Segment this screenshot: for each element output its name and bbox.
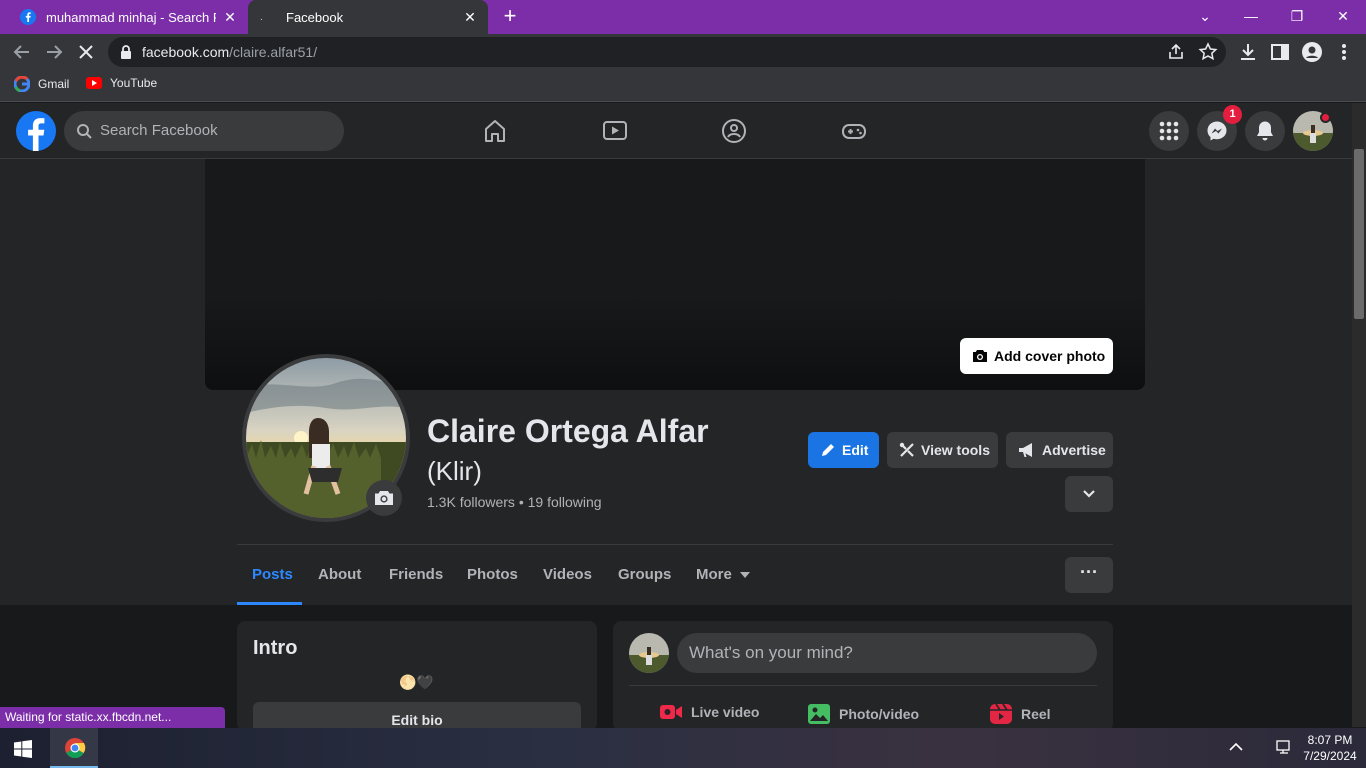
profile-header <box>0 159 1352 605</box>
taskbar-clock[interactable]: 8:07 PM 7/29/2024 <box>1300 732 1360 764</box>
tab-groups[interactable]: Groups <box>618 566 671 583</box>
bell-icon <box>1257 121 1273 141</box>
search-icon <box>77 124 92 139</box>
intro-title: Intro <box>253 637 298 659</box>
messenger-icon <box>1207 121 1227 141</box>
browser-tab-strip: muhammad minhaj - Search Results ✕ . Fac… <box>0 0 1366 34</box>
facebook-favicon-icon <box>20 9 36 25</box>
active-tab-indicator <box>237 602 302 605</box>
chrome-taskbar-button[interactable] <box>50 728 98 768</box>
share-icon[interactable] <box>1166 42 1186 62</box>
photo-video-button[interactable]: Photo/video <box>807 703 919 725</box>
tab-friends[interactable]: Friends <box>389 566 443 583</box>
browser-tab-search[interactable]: muhammad minhaj - Search Results ✕ <box>8 0 248 34</box>
menu-grid-icon <box>1159 121 1179 141</box>
minimize-button[interactable]: — <box>1239 5 1263 27</box>
profile-expand-button[interactable] <box>1065 476 1113 512</box>
close-tab-icon[interactable]: ✕ <box>222 9 238 25</box>
tab-search-icon[interactable]: ⌄ <box>1193 5 1217 27</box>
tab-more[interactable]: More <box>696 566 750 583</box>
google-icon <box>14 76 30 92</box>
close-window-button[interactable]: ✕ <box>1331 5 1355 27</box>
chrome-icon <box>65 738 86 759</box>
profile-nickname: (Klir) <box>427 456 482 486</box>
live-video-button[interactable]: Live video <box>659 703 759 721</box>
caret-down-icon <box>739 571 750 578</box>
notifications-button[interactable] <box>1245 111 1285 151</box>
tab-videos[interactable]: Videos <box>543 566 592 583</box>
youtube-icon <box>86 77 102 89</box>
camera-icon <box>375 491 393 505</box>
tools-icon <box>899 442 914 457</box>
tab-title: Facebook <box>286 9 344 25</box>
view-tools-button[interactable]: View tools <box>887 432 998 468</box>
lock-icon[interactable] <box>118 43 134 61</box>
tab-title: muhammad minhaj - Search Results <box>46 9 216 25</box>
bookmarks-bar: Gmail YouTube <box>0 70 1366 102</box>
edit-profile-button[interactable]: Edit <box>808 432 879 468</box>
watch-video-icon[interactable] <box>601 117 629 145</box>
loading-favicon-icon: . <box>260 11 263 23</box>
bookmark-gmail[interactable]: Gmail <box>14 76 69 92</box>
add-cover-photo-button[interactable]: Add cover photo <box>960 338 1113 374</box>
browser-tab-facebook[interactable]: . Facebook ✕ <box>248 0 488 34</box>
account-notification-dot <box>1320 112 1331 123</box>
close-tab-icon[interactable]: ✕ <box>462 9 478 25</box>
avatar[interactable] <box>629 633 669 673</box>
menu-kebab-icon[interactable] <box>1333 41 1355 63</box>
home-icon[interactable] <box>481 117 509 145</box>
show-hidden-icons-icon[interactable] <box>1229 742 1243 752</box>
profile-divider <box>237 544 1113 545</box>
windows-taskbar: 8:07 PM 7/29/2024 <box>0 728 1366 768</box>
post-composer: What's on your mind? Live video Photo/vi… <box>613 621 1113 731</box>
side-panel-icon[interactable] <box>1269 41 1291 63</box>
profile-name: Claire Ortega Alfar <box>427 413 709 449</box>
reel-icon <box>990 703 1012 724</box>
composer-divider <box>629 685 1097 686</box>
scrollbar-thumb[interactable] <box>1354 149 1364 319</box>
windows-start-icon[interactable] <box>14 740 32 758</box>
network-icon[interactable] <box>1276 740 1294 756</box>
search-box[interactable]: Search Facebook <box>64 111 344 151</box>
new-tab-button[interactable]: + <box>498 5 522 29</box>
profile-options-button[interactable]: ··· <box>1065 557 1113 593</box>
pencil-icon <box>822 444 834 456</box>
facebook-header: Search Facebook <box>0 103 1352 159</box>
back-icon[interactable] <box>11 41 33 63</box>
messenger-badge: 1 <box>1223 105 1242 124</box>
tab-about[interactable]: About <box>318 566 361 583</box>
camera-icon <box>973 350 987 362</box>
browser-status-bar: Waiting for static.xx.fbcdn.net... <box>0 707 225 728</box>
update-profile-picture-button[interactable] <box>366 480 402 516</box>
address-bar[interactable]: facebook.com/claire.alfar51/ <box>108 37 1226 67</box>
reel-button[interactable]: Reel <box>989 703 1051 725</box>
gaming-icon[interactable] <box>840 117 868 145</box>
stop-loading-icon[interactable] <box>75 41 97 63</box>
menu-grid-button[interactable] <box>1149 111 1189 151</box>
browser-toolbar: facebook.com/claire.alfar51/ <box>0 34 1366 70</box>
megaphone-icon <box>1019 443 1032 457</box>
chevron-down-icon <box>1083 490 1095 498</box>
bookmark-youtube[interactable]: YouTube <box>86 76 157 90</box>
forward-icon[interactable] <box>43 41 65 63</box>
url-text: facebook.com/claire.alfar51/ <box>142 44 318 60</box>
page-scrollbar[interactable] <box>1352 103 1366 727</box>
tab-photos[interactable]: Photos <box>467 566 518 583</box>
follow-counts[interactable]: 1.3K followers • 19 following <box>427 494 602 510</box>
download-icon[interactable] <box>1237 41 1259 63</box>
facebook-logo-icon[interactable] <box>16 111 56 151</box>
bookmark-star-icon[interactable] <box>1198 42 1218 62</box>
intro-card: Intro 🌕🖤 Edit bio <box>237 621 597 738</box>
profile-icon[interactable] <box>1301 41 1323 63</box>
advertise-button[interactable]: Advertise <box>1006 432 1113 468</box>
photo-icon <box>808 704 830 724</box>
whats-on-your-mind-input[interactable]: What's on your mind? <box>677 633 1097 673</box>
restore-button[interactable]: ❐ <box>1285 5 1309 27</box>
tab-posts[interactable]: Posts <box>252 566 293 583</box>
bio-text: 🌕🖤 <box>399 674 434 690</box>
live-video-icon <box>660 705 682 719</box>
search-placeholder: Search Facebook <box>100 122 218 139</box>
groups-icon[interactable] <box>720 117 748 145</box>
